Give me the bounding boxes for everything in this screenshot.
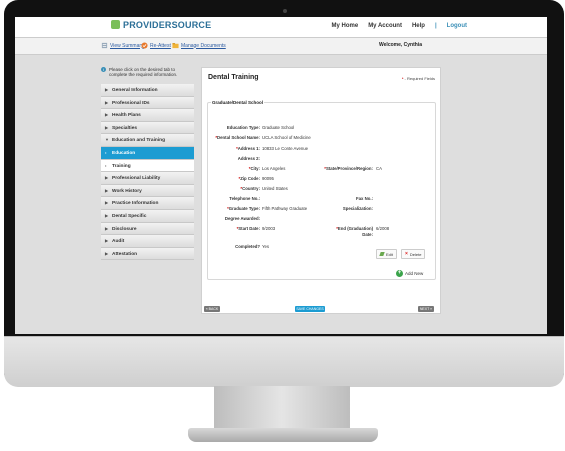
app-logo[interactable]: PROVIDERSOURCE: [111, 20, 211, 30]
sidebar-item-specialties[interactable]: ▶ Specialties: [101, 121, 194, 135]
view-summary-link[interactable]: View Summary: [101, 42, 144, 49]
save-changes-button[interactable]: SAVE CHANGES: [295, 306, 325, 312]
section-title: Graduate/Dental School: [211, 100, 265, 105]
nav-my-account[interactable]: My Account: [368, 23, 402, 29]
chevron-right-icon: ▶: [105, 87, 109, 92]
chevron-right-icon: ▶: [105, 187, 109, 193]
main-panel: Dental Training * - Required Fields Grad…: [201, 67, 441, 314]
monitor-chin: [4, 336, 564, 387]
sidebar-item-education-and-training[interactable]: ▼ Education and Training: [101, 134, 194, 147]
plus-icon: +: [396, 270, 403, 277]
chevron-right-icon: ▶: [105, 200, 109, 206]
monitor-stand-base: [188, 428, 378, 442]
sidebar-item-professional-ids[interactable]: ▶ Professional IDs: [101, 96, 194, 110]
chevron-right-icon: ▶: [105, 250, 109, 256]
reattest-link[interactable]: Re-Attest: [141, 42, 171, 49]
sidebar-item-general-information[interactable]: ▶ General Information: [101, 84, 194, 97]
chevron-right-icon: ▶: [105, 99, 109, 105]
logo-icon: [111, 20, 120, 29]
next-button[interactable]: NEXT »: [418, 306, 434, 312]
delete-button[interactable]: × Delete: [401, 249, 426, 259]
nav-logout[interactable]: Logout: [447, 23, 467, 29]
sidebar-item-disclosure[interactable]: ▶ Disclosure: [101, 222, 194, 236]
edit-button[interactable]: Edit: [376, 249, 397, 259]
top-nav: My Home My Account Help | Logout: [332, 23, 467, 29]
page-title: Dental Training: [208, 74, 259, 81]
bullet-icon: •: [105, 149, 107, 155]
monitor-stand: [214, 386, 350, 432]
chevron-right-icon: ▶: [105, 225, 109, 231]
close-icon: ×: [405, 251, 408, 257]
camera-icon: [283, 9, 287, 13]
chevron-right-icon: ▶: [105, 212, 109, 218]
back-button[interactable]: « BACK: [204, 306, 220, 312]
nav-my-home[interactable]: My Home: [332, 23, 359, 29]
nav-help[interactable]: Help: [412, 23, 425, 29]
welcome-text: Welcome, Cynthia: [379, 42, 422, 48]
sidebar-item-practice-information[interactable]: ▶ Practice Information: [101, 197, 194, 210]
screen: PROVIDERSOURCE My Home My Account Help |…: [15, 17, 547, 334]
education-record-card: Graduate/Dental School Education Type: G…: [207, 100, 436, 280]
header-bar: PROVIDERSOURCE My Home My Account Help |…: [15, 17, 547, 38]
sidebar-item-education[interactable]: • Education: [101, 146, 194, 160]
required-fields-note: * - Required Fields: [401, 76, 435, 81]
sidebar-item-work-history[interactable]: ▶ Work History: [101, 184, 194, 198]
folder-icon: [172, 43, 179, 49]
reattest-icon: [141, 42, 148, 49]
nav-separator: |: [434, 23, 437, 29]
sidebar: i Please click on the desired tab to com…: [101, 65, 194, 269]
chevron-right-icon: ▶: [105, 124, 109, 130]
sidebar-item-professional-liability[interactable]: ▶ Professional Liability: [101, 172, 194, 185]
sidebar-item-attestation[interactable]: ▶ Attestation: [101, 247, 194, 261]
add-new-button[interactable]: + Add New: [396, 270, 423, 277]
sidebar-item-health-plans[interactable]: ▶ Health Plans: [101, 109, 194, 122]
chevron-right-icon: ▶: [105, 175, 109, 181]
chevron-right-icon: ▶: [105, 112, 109, 118]
pencil-icon: [379, 252, 385, 256]
chevron-down-icon: ▼: [105, 137, 109, 143]
info-icon: i: [101, 67, 106, 72]
sub-toolbar: View Summary Re-Attest Manage Documents …: [15, 38, 547, 55]
sidebar-help: i Please click on the desired tab to com…: [101, 65, 194, 84]
chevron-right-icon: ▶: [105, 238, 109, 244]
sidebar-item-audit[interactable]: ▶ Audit: [101, 235, 194, 248]
sidebar-item-training[interactable]: • Training: [101, 159, 194, 173]
sidebar-nav: ▶ General Information ▶ Professional IDs ▶…: [101, 84, 194, 261]
summary-icon: [101, 42, 108, 49]
manage-documents-link[interactable]: Manage Documents: [172, 42, 226, 49]
bullet-icon: •: [105, 162, 107, 168]
sidebar-item-dental-specific[interactable]: ▶ Dental Specific: [101, 209, 194, 223]
